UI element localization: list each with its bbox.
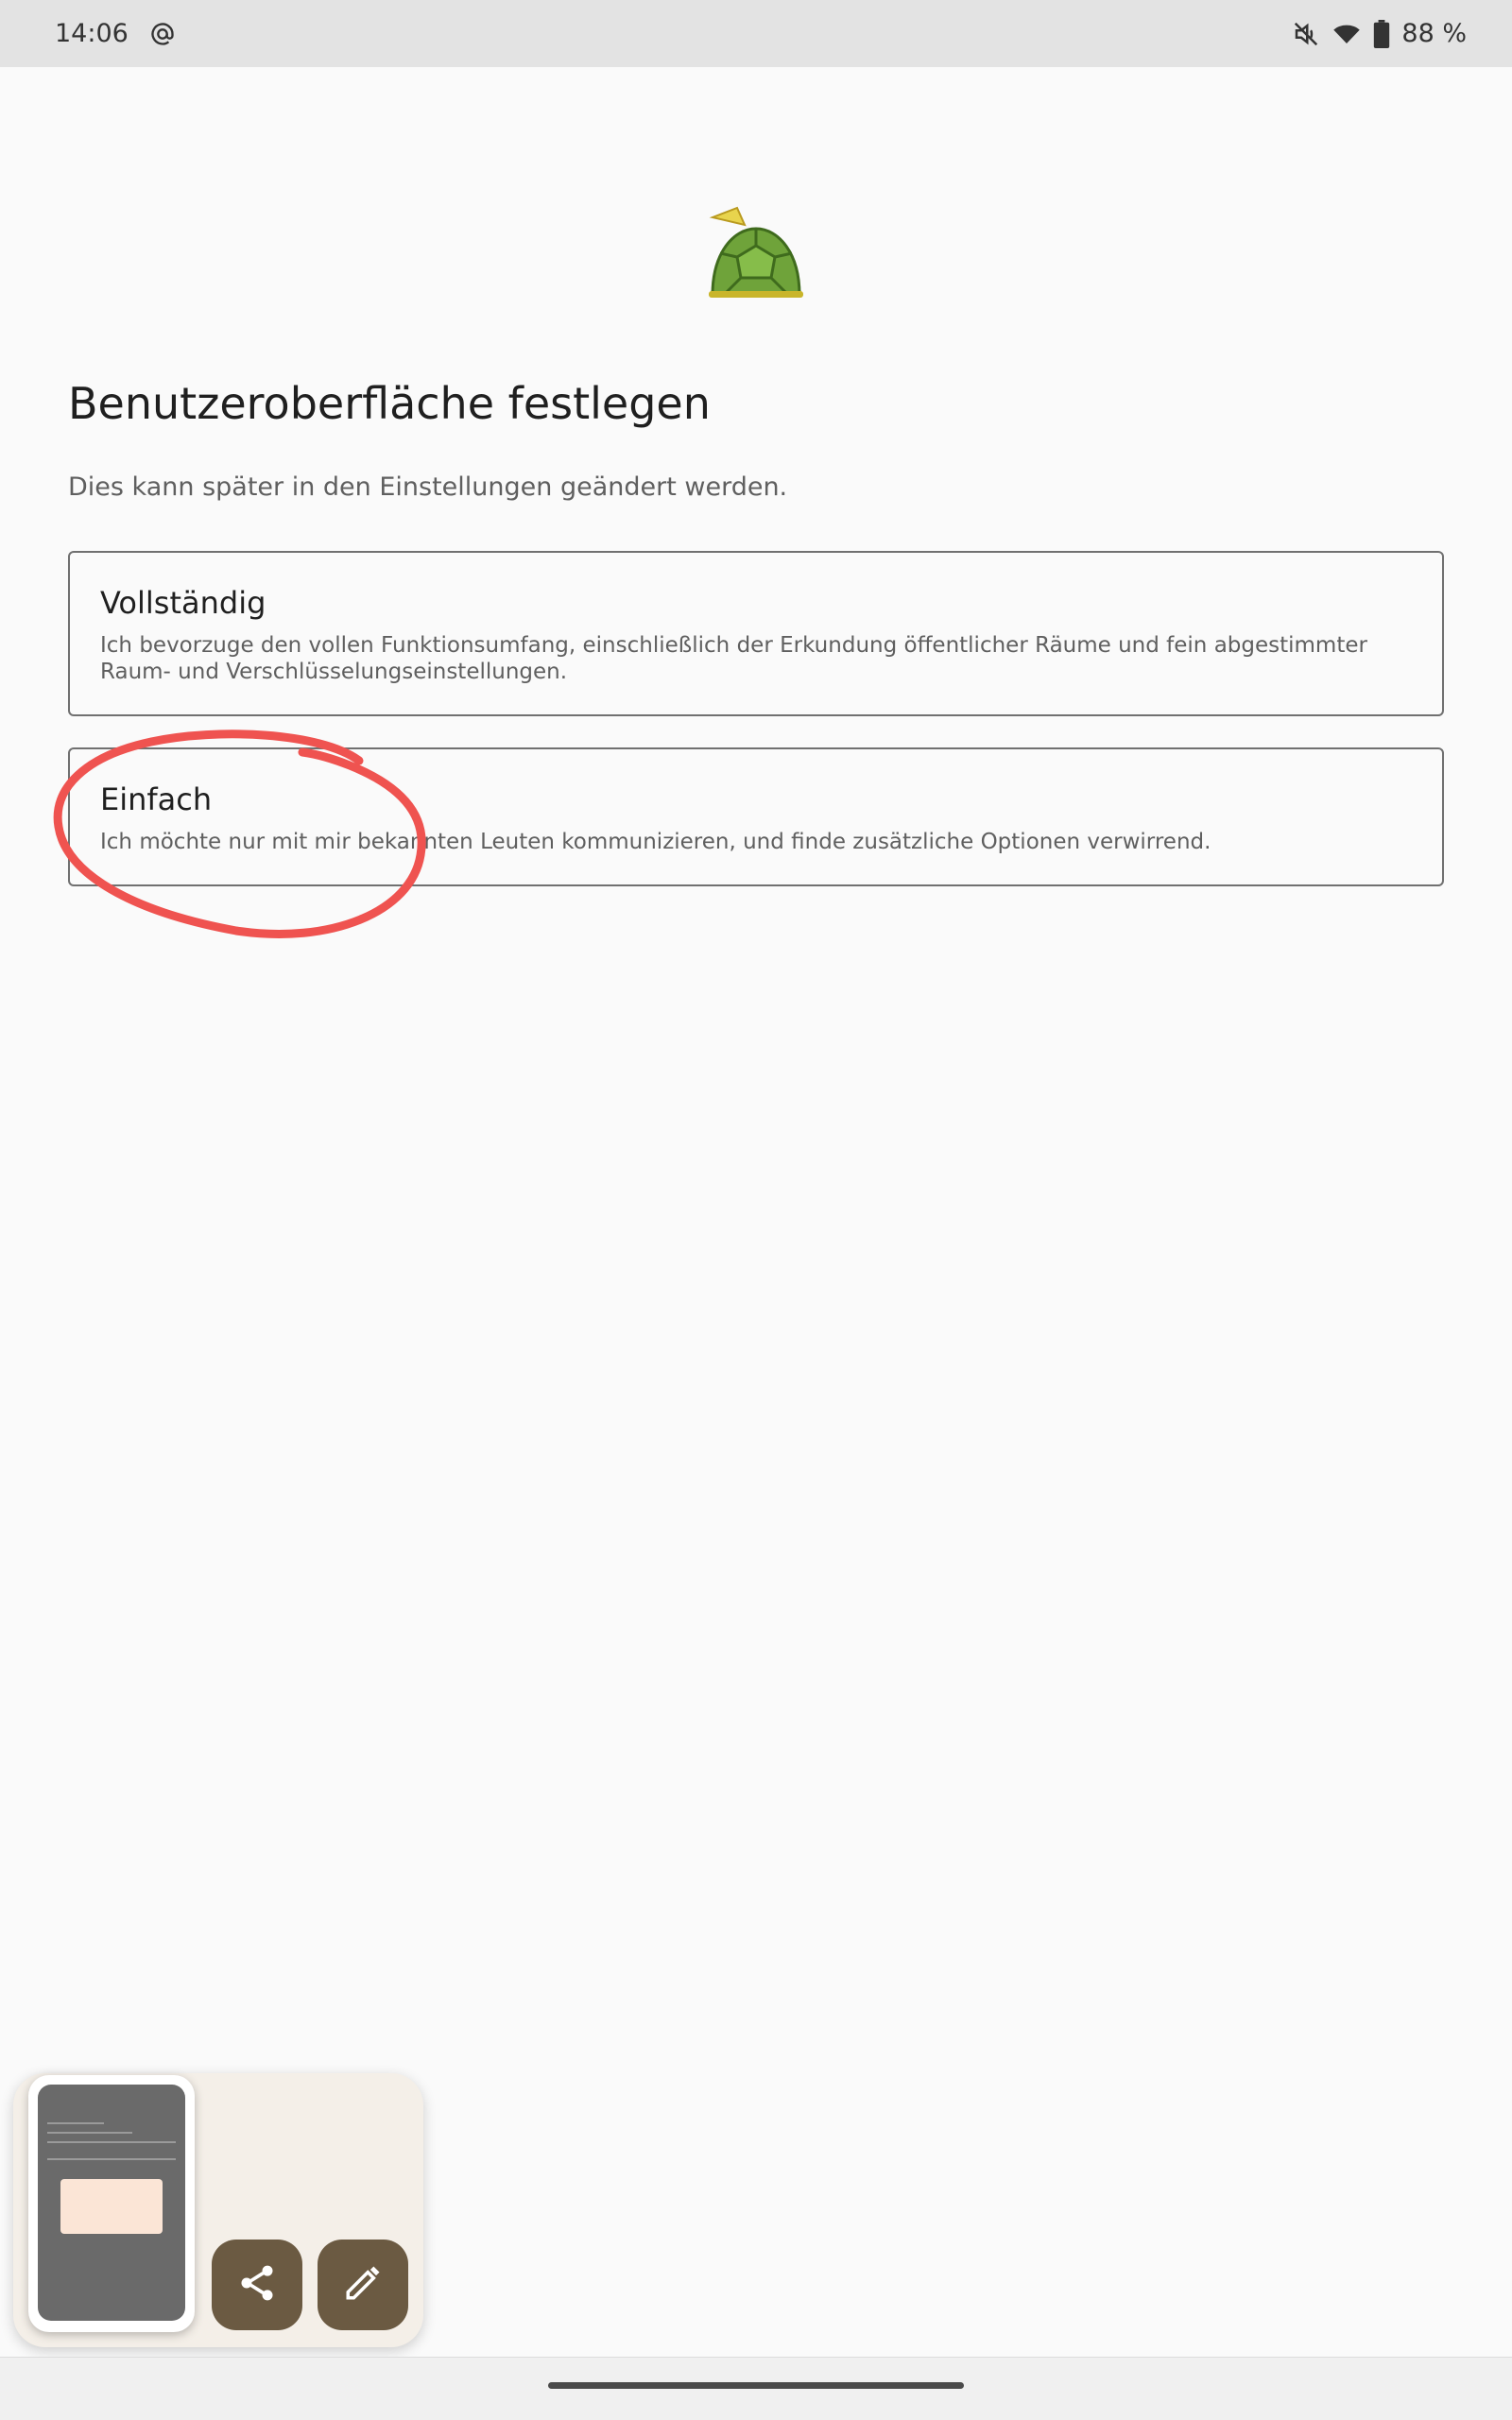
option-full[interactable]: Vollständig Ich bevorzuge den vollen Fun… (68, 551, 1444, 716)
option-simple-description: Ich möchte nur mit mir bekannten Leuten … (100, 830, 1211, 854)
status-bar-right: 88 % (1292, 19, 1467, 48)
clock: 14:06 (55, 19, 129, 48)
page-subtitle: Dies kann später in den Einstellungen ge… (68, 472, 788, 502)
status-bar: 14:06 88 % (0, 0, 1512, 67)
pencil-icon (343, 2263, 383, 2307)
option-simple[interactable]: Einfach Ich möchte nur mit mir bekannten… (68, 747, 1444, 886)
battery-percentage: 88 % (1401, 19, 1467, 48)
page-title: Benutzeroberfläche festlegen (68, 378, 711, 429)
battery-icon (1373, 19, 1390, 48)
share-button[interactable] (212, 2240, 302, 2330)
edit-button[interactable] (318, 2240, 408, 2330)
mute-icon (1292, 20, 1320, 48)
wifi-icon (1332, 20, 1362, 48)
status-bar-left: 14:06 (55, 19, 176, 48)
share-icon (236, 2262, 278, 2308)
option-simple-title: Einfach (100, 781, 213, 817)
option-full-title: Vollständig (100, 585, 266, 621)
option-full-description: Ich bevorzuge den vollen Funktionsumfang… (100, 633, 1367, 684)
at-sign-icon (149, 21, 176, 47)
thumbnail-dialog (60, 2179, 163, 2234)
screenshot-thumbnail-image (38, 2085, 185, 2321)
navigation-bar (0, 2357, 1512, 2420)
turtle-logo-icon (699, 197, 813, 310)
screenshot-thumbnail[interactable] (28, 2075, 195, 2332)
gesture-handle[interactable] (548, 2382, 964, 2389)
